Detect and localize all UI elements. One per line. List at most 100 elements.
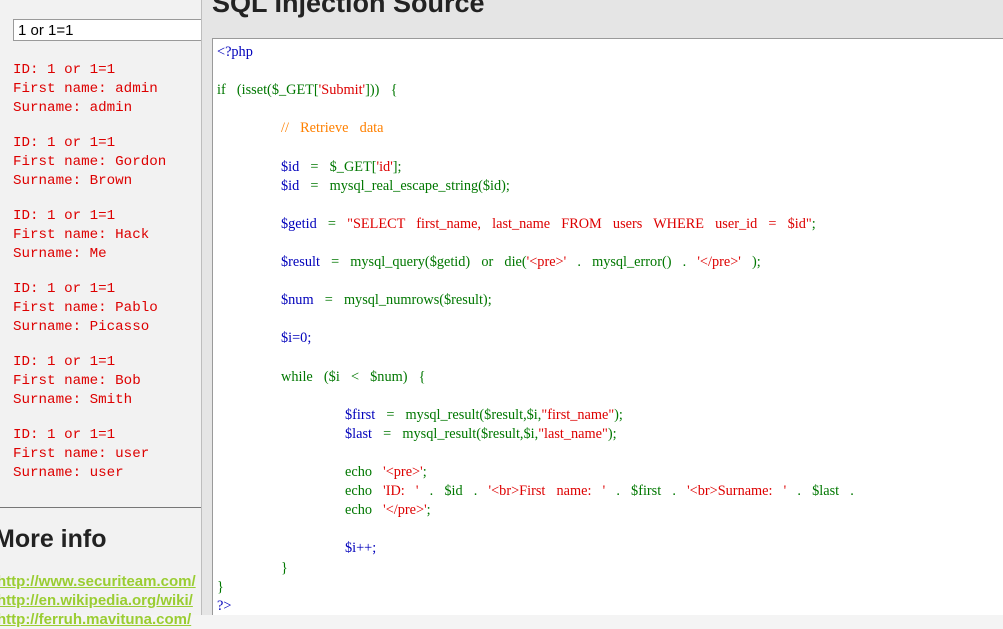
code-token: if — [217, 82, 226, 99]
code-token: "last_name" — [538, 425, 608, 442]
result-id: ID: 1 or 1=1 — [13, 208, 116, 224]
result-entry: ID: 1 or 1=1 First name: admin Surname: ad… — [13, 61, 208, 118]
more-info-heading: More info — [0, 525, 107, 553]
code-token: ])) { — [365, 82, 398, 99]
code-token: = mysql_query($getid) — [319, 254, 482, 271]
code-token: '</pre>' — [372, 502, 427, 519]
code-token: ; — [811, 215, 816, 232]
code-token: $id — [281, 158, 300, 175]
result-surname: Surname: Me — [13, 246, 107, 262]
code-line: $id = mysql_real_escape_string($id); — [217, 177, 865, 196]
result-first-name: First name: admin — [13, 81, 158, 97]
code-token: } — [217, 578, 224, 595]
code-token: '<br>Surname: ' — [687, 483, 787, 500]
result-first-name: First name: Pablo — [13, 300, 158, 316]
result-entry: ID: 1 or 1=1 First name: Gordon Surname: B… — [13, 134, 208, 191]
result-surname: Surname: user — [13, 465, 124, 481]
code-token: ); — [740, 254, 761, 271]
code-token: 'id' — [376, 158, 393, 175]
result-first-name: First name: Hack — [13, 227, 150, 243]
result-surname: Surname: Brown — [13, 173, 133, 189]
result-entry: ID: 1 or 1=1 First name: Pablo Surname: Pi… — [13, 280, 208, 337]
code-token: ); — [607, 425, 617, 442]
more-info-link[interactable]: http://ferruh.mavituna.com/ — [0, 610, 203, 629]
more-info-links: http://www.securiteam.com/ http://en.wik… — [0, 572, 203, 629]
code-token: '<br>First name: ' — [488, 483, 606, 500]
code-token: $i=0; — [281, 330, 312, 347]
code-token: 'ID: ' — [372, 483, 419, 500]
source-code-box: <?php if (isset($_GET['Submit'])) { // R… — [212, 38, 1003, 615]
code-token: $getid — [281, 215, 317, 232]
result-surname: Surname: admin — [13, 100, 133, 116]
code-token: ; — [422, 464, 427, 481]
code-token: = mysql_real_escape_string($id); — [299, 177, 510, 194]
code-line: ?> — [217, 597, 865, 615]
code-line: if (isset($_GET['Submit'])) { — [217, 81, 865, 100]
more-info-link[interactable]: http://www.securiteam.com/ — [0, 572, 203, 591]
code-token: } — [281, 559, 288, 576]
code-line: echo '<pre>'; — [217, 463, 865, 482]
code-token: '</pre>' — [697, 254, 741, 271]
code-token: $i++; — [345, 540, 377, 557]
code-token: $result — [281, 254, 320, 271]
code-line: $result = mysql_query($getid) or die('<p… — [217, 253, 865, 272]
code-line: $first = mysql_result($result,$i,"first_… — [217, 406, 865, 425]
result-id: ID: 1 or 1=1 — [13, 427, 116, 443]
result-id: ID: 1 or 1=1 — [13, 354, 116, 370]
result-surname: Surname: Picasso — [13, 319, 150, 335]
code-token: "first_name" — [541, 406, 615, 423]
code-line: $id = $_GET['id']; — [217, 158, 865, 177]
code-line: $last = mysql_result($result,$i,"last_na… — [217, 425, 865, 444]
code-token: $first — [345, 406, 376, 423]
code-token: echo — [345, 502, 372, 519]
code-token: '<pre>' — [526, 254, 567, 271]
code-line: echo '</pre>'; — [217, 501, 865, 520]
user-id-input[interactable] — [13, 19, 203, 41]
code-token: <?php — [217, 44, 253, 60]
more-info-link[interactable]: http://en.wikipedia.org/wiki/ — [0, 591, 203, 610]
code-line: // Retrieve data — [217, 119, 865, 138]
code-token: or — [481, 254, 494, 271]
result-surname: Surname: Smith — [13, 392, 133, 408]
code-token: = — [316, 215, 348, 232]
code-token: $num — [281, 292, 314, 309]
code-token: ]; — [392, 158, 402, 175]
code-token: (isset($_GET[ — [225, 82, 319, 99]
code-token: ?> — [217, 597, 232, 614]
source-popup-window: SQL Injection Source <?php if (isset($_G… — [201, 0, 1003, 615]
code-line: $i=0; — [217, 329, 865, 348]
code-token: . $id . — [418, 483, 489, 500]
result-entry: ID: 1 or 1=1 First name: Bob Surname: Smit… — [13, 353, 208, 410]
code-line: <?php — [217, 43, 865, 62]
result-id: ID: 1 or 1=1 — [13, 62, 116, 78]
code-line: while ($i < $num) { — [217, 368, 865, 387]
code-token: 'Submit' — [318, 82, 366, 99]
code-token: = mysql_result($result,$i, — [375, 406, 542, 423]
popup-title: SQL Injection Source — [212, 0, 485, 18]
code-token: ; — [426, 502, 431, 519]
code-token: $id — [281, 177, 300, 194]
code-line: $num = mysql_numrows($result); — [217, 291, 865, 310]
code-line: $getid = "SELECT first_name, last_name F… — [217, 215, 865, 234]
code-token: ($i < $num) { — [312, 368, 426, 385]
code-token: ); — [614, 406, 623, 423]
code-token: = mysql_result($result,$i, — [372, 425, 539, 442]
code-line: $i++; — [217, 539, 865, 558]
code-token: . $first . — [605, 483, 688, 500]
section-divider — [0, 507, 205, 508]
result-entry: ID: 1 or 1=1 First name: Hack Surname: Me — [13, 207, 208, 264]
code-comment: // Retrieve data — [281, 120, 384, 137]
code-line: } — [217, 578, 865, 597]
vulnerability-page: ID: 1 or 1=1 First name: admin Surname: ad… — [0, 0, 210, 628]
result-first-name: First name: user — [13, 446, 150, 462]
code-token: die( — [493, 254, 527, 271]
code-token: "SELECT first_name, last_name FROM users… — [347, 215, 812, 232]
